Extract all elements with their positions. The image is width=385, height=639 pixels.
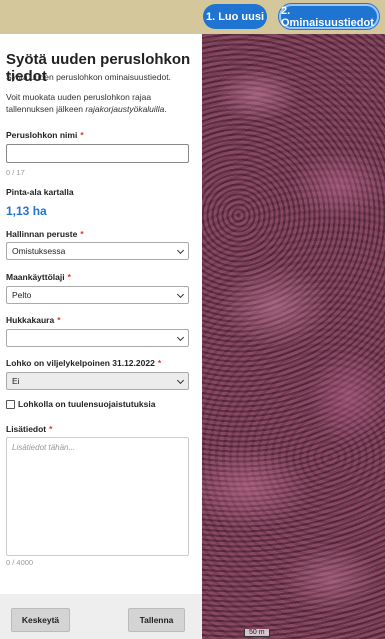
cultivable-select[interactable]: Ei (6, 372, 189, 390)
land-use-value: Pelto (12, 290, 32, 300)
required-marker: * (80, 229, 84, 239)
chevron-down-icon (176, 290, 185, 299)
cancel-button[interactable]: Keskeytä (11, 608, 70, 632)
extra-counter: 0 / 4000 (6, 558, 34, 567)
form-panel: Syötä uuden peruslohkon tiedot Syötä uud… (0, 34, 202, 639)
step-create-new[interactable]: 1. Luo uusi (203, 4, 267, 29)
map-scale: 50 m (244, 629, 270, 637)
extra-label: Lisätiedot * (6, 424, 52, 434)
map-view[interactable]: 50 m (202, 34, 385, 639)
required-marker: * (57, 315, 61, 325)
form-subtitle: Syötä uuden peruslohkon ominaisuustiedot… (6, 72, 171, 82)
cultivable-label: Lohko on viljelykelpoinen 31.12.2022 * (6, 358, 161, 368)
step-attributes[interactable]: 2. Ominaisuustiedot (279, 4, 379, 29)
name-label: Peruslohkon nimi * (6, 130, 84, 140)
cultivable-value: Ei (12, 376, 20, 386)
required-marker: * (157, 358, 162, 368)
land-use-select[interactable]: Pelto (6, 286, 189, 304)
ownership-value: Omistuksessa (12, 246, 66, 256)
extra-placeholder: Lisätiedot tähän... (12, 443, 76, 452)
land-use-label-text: Maankäyttölaji (6, 272, 65, 282)
name-label-text: Peruslohkon nimi (6, 130, 78, 140)
name-input[interactable] (6, 144, 189, 163)
area-value: 1,13 ha (6, 204, 47, 218)
wild-oat-label: Hukkakaura * (6, 315, 61, 325)
extra-label-text: Lisätiedot (6, 424, 47, 434)
required-marker: * (49, 424, 53, 434)
ownership-select[interactable]: Omistuksessa (6, 242, 189, 260)
cultivable-label-text: Lohko on viljelykelpoinen 31.12.2022 (6, 358, 155, 368)
chevron-down-icon (176, 246, 185, 255)
wild-oat-label-text: Hukkakaura (6, 315, 55, 325)
windbreak-label: Lohkolla on tuulensuojaistutuksia (18, 399, 156, 409)
extra-textarea[interactable]: Lisätiedot tähän... (6, 437, 189, 556)
form-info: Voit muokata uuden peruslohkon rajaa tal… (6, 91, 194, 115)
info-end: . (164, 104, 167, 114)
name-counter: 0 / 17 (6, 168, 25, 177)
required-marker: * (67, 272, 71, 282)
form-footer: Keskeytä Tallenna (0, 594, 202, 639)
top-bar: 1. Luo uusi 2. Ominaisuustiedot (0, 0, 385, 34)
save-button[interactable]: Tallenna (128, 608, 185, 632)
required-marker: * (80, 130, 84, 140)
info-emphasis: rajakorjaustyökaluilla (85, 104, 165, 114)
ownership-label: Hallinnan peruste * (6, 229, 84, 239)
chevron-down-icon (176, 376, 185, 385)
wild-oat-select[interactable] (6, 329, 189, 347)
chevron-down-icon (176, 333, 185, 342)
ownership-label-text: Hallinnan peruste (6, 229, 78, 239)
area-label: Pinta-ala kartalla (6, 187, 74, 197)
windbreak-row[interactable]: Lohkolla on tuulensuojaistutuksia (6, 399, 155, 409)
land-use-label: Maankäyttölaji * (6, 272, 71, 282)
windbreak-checkbox[interactable] (6, 399, 15, 409)
